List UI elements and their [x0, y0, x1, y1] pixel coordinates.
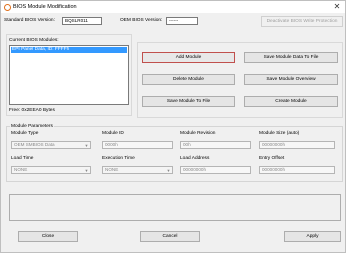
module-revision-label: Module Revision: [180, 131, 216, 136]
module-type-value: OEM SMBIOS Data: [14, 142, 55, 147]
create-module-button[interactable]: Create Module: [244, 96, 338, 107]
oem-bios-version-label: OEM BIOS Version:: [120, 18, 163, 23]
app-icon: [4, 3, 11, 11]
load-time-label: Load Time: [11, 156, 34, 161]
module-id-label: Module ID: [102, 131, 124, 136]
load-address-field[interactable]: 00000000h: [180, 166, 251, 174]
list-item[interactable]: EPI Panel Data, ID: FFFFh: [11, 47, 127, 53]
save-module-data-to-file-button[interactable]: Save Module Data To File: [244, 52, 338, 63]
modules-listbox[interactable]: EPI Panel Data, ID: FFFFh: [9, 45, 129, 105]
load-time-value: NONE: [14, 167, 28, 172]
standard-bios-version-field: BQSLR011: [62, 17, 102, 25]
close-icon[interactable]: ✕: [332, 2, 342, 12]
module-size-field[interactable]: 00000000h: [259, 141, 335, 149]
free-space-label: Free: 0x2EEA0 Bytes: [9, 108, 55, 113]
load-address-label: Load Address: [180, 156, 210, 161]
add-module-button[interactable]: Add Module: [142, 52, 235, 63]
entry-offset-field[interactable]: 00000000h: [259, 166, 335, 174]
save-module-to-file-button[interactable]: Save Module To File: [142, 96, 235, 107]
execution-time-value: NONE: [105, 167, 119, 172]
load-time-select[interactable]: NONE ▼: [11, 166, 91, 174]
module-id-field[interactable]: 0000h: [102, 141, 173, 149]
bios-module-modification-window: BIOS Module Modification ✕ Standard BIOS…: [0, 0, 346, 253]
current-modules-label: Current BIOS Modules:: [9, 38, 59, 43]
deactivate-write-protection-button[interactable]: Deactivate BIOS Write Protection: [261, 16, 343, 27]
save-module-overview-button[interactable]: Save Module Overview: [244, 74, 338, 85]
oem-bios-version-field[interactable]: ------: [166, 17, 198, 25]
window-title: BIOS Module Modification: [13, 4, 77, 10]
module-revision-field[interactable]: 00h: [180, 141, 251, 149]
module-parameters-legend: Module Parameters: [10, 123, 54, 130]
status-area: [9, 194, 341, 221]
entry-offset-label: Entry Offset: [259, 156, 285, 161]
standard-bios-version-label: Standard BIOS Version:: [4, 18, 55, 23]
chevron-down-icon: ▼: [166, 167, 171, 173]
title-bar: BIOS Module Modification ✕: [1, 1, 345, 13]
cancel-button[interactable]: Cancel: [140, 231, 200, 242]
delete-module-button[interactable]: Delete Module: [142, 74, 235, 85]
close-button[interactable]: Close: [18, 231, 78, 242]
execution-time-label: Execution Time: [102, 156, 135, 161]
chevron-down-icon: ▼: [84, 167, 89, 173]
module-type-select[interactable]: OEM SMBIOS Data ▼: [11, 141, 91, 149]
chevron-down-icon: ▼: [84, 142, 89, 148]
module-type-label: Module Type: [11, 131, 39, 136]
apply-button[interactable]: Apply: [284, 231, 341, 242]
module-size-label: Module Size (auto): [259, 131, 300, 136]
execution-time-select[interactable]: NONE ▼: [102, 166, 173, 174]
